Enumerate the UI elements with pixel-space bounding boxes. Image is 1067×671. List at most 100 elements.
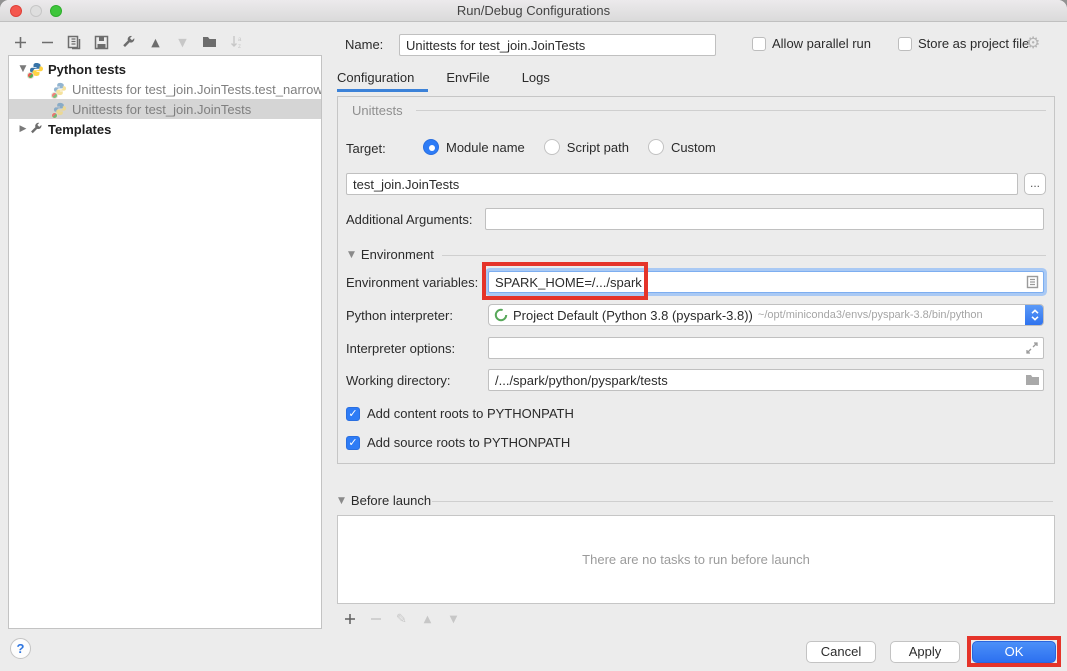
run-debug-configurations-dialog: Run/Debug Configurations ▲ ▼ az ▼ Python (0, 0, 1067, 671)
tree-item-python-tests[interactable]: ▼ Python tests (9, 59, 321, 79)
interpreter-options-input[interactable] (488, 337, 1044, 359)
tab-configuration[interactable]: Configuration (337, 70, 414, 91)
tab-envfile[interactable]: EnvFile (446, 70, 489, 91)
edit-icon[interactable]: ✎ (393, 611, 410, 628)
window-title: Run/Debug Configurations (0, 3, 1067, 18)
test-run-badge (27, 72, 34, 79)
checkbox-checked-icon[interactable]: ✓ (346, 436, 360, 450)
test-run-badge (51, 92, 58, 99)
before-launch-empty-message: There are no tasks to run before launch (582, 552, 810, 567)
configurations-toolbar: ▲ ▼ az (12, 32, 245, 52)
add-icon[interactable] (12, 34, 29, 51)
collapse-triangle-icon[interactable]: ▼ (348, 250, 355, 260)
add-source-roots-label: Add source roots to PYTHONPATH (367, 435, 570, 450)
python-test-config-icon (53, 102, 68, 117)
expand-field-icon[interactable] (1024, 340, 1040, 356)
python-tests-icon (29, 62, 44, 77)
checkbox-checked-icon[interactable]: ✓ (346, 407, 360, 421)
expander-right-icon[interactable]: ▶ (17, 124, 29, 134)
edit-templates-icon[interactable] (120, 34, 137, 51)
store-as-project-file-checkbox[interactable]: Store as project file (898, 36, 1029, 51)
python-test-config-icon (53, 82, 68, 97)
working-directory-label: Working directory: (346, 373, 451, 388)
interpreter-options-label: Interpreter options: (346, 341, 455, 356)
move-down-icon[interactable]: ▼ (174, 34, 191, 51)
browse-button[interactable]: ... (1024, 173, 1046, 195)
before-launch-label: Before launch (351, 493, 431, 508)
add-content-roots-label: Add content roots to PYTHONPATH (367, 406, 574, 421)
tree-item-templates[interactable]: ▶ Templates (9, 119, 321, 139)
edit-variables-icon[interactable] (1024, 274, 1040, 290)
move-down-icon[interactable]: ▼ (445, 611, 462, 628)
python-interpreter-path: ~/opt/miniconda3/envs/pyspark-3.8/bin/py… (758, 309, 983, 321)
target-options: Module name Script path Custom (423, 135, 716, 159)
tree-item-config-narrow[interactable]: Unittests for test_join.JoinTests.test_n… (9, 79, 321, 99)
before-launch-task-list: There are no tasks to run before launch (337, 515, 1055, 604)
radio-custom[interactable] (648, 139, 664, 155)
help-button[interactable]: ? (10, 638, 31, 659)
python-interpreter-select[interactable]: Project Default (Python 3.8 (pyspark-3.8… (488, 304, 1044, 326)
environment-section-label: Environment (361, 247, 434, 262)
configurations-tree: ▼ Python tests Unittests for test_join.J… (8, 55, 322, 629)
before-launch-section-header[interactable]: ▼ Before launch (338, 493, 431, 508)
svg-text:a: a (238, 37, 242, 43)
new-folder-icon[interactable] (201, 34, 218, 51)
active-tab-underline (337, 89, 428, 92)
svg-text:z: z (238, 44, 241, 49)
working-directory-input[interactable] (488, 369, 1044, 391)
copy-icon[interactable] (66, 34, 83, 51)
remove-icon[interactable] (367, 611, 384, 628)
test-run-badge (51, 112, 58, 119)
tree-item-label: Python tests (48, 62, 126, 77)
group-divider (432, 501, 1053, 502)
store-as-project-file-label: Store as project file (918, 36, 1029, 51)
tree-item-config-jointests[interactable]: Unittests for test_join.JoinTests (9, 99, 321, 119)
combo-stepper-icon[interactable] (1025, 304, 1044, 326)
sort-icon[interactable]: az (228, 34, 245, 51)
tab-logs[interactable]: Logs (522, 70, 550, 91)
apply-button[interactable]: Apply (890, 641, 960, 663)
checkbox-unchecked-icon[interactable] (752, 37, 766, 51)
configuration-panel: Unittests Target: Module name Script pat… (337, 96, 1055, 464)
cancel-button[interactable]: Cancel (806, 641, 876, 663)
radio-script-path[interactable] (544, 139, 560, 155)
checkbox-unchecked-icon[interactable] (898, 37, 912, 51)
additional-arguments-label: Additional Arguments: (346, 212, 472, 227)
allow-parallel-run-label: Allow parallel run (772, 36, 871, 51)
before-launch-toolbar: ✎ ▲ ▼ (341, 610, 462, 628)
gear-icon[interactable]: ⚙ (1026, 33, 1040, 52)
folder-icon[interactable] (1024, 372, 1040, 388)
additional-arguments-input[interactable] (485, 208, 1044, 230)
tree-item-label: Templates (48, 122, 111, 137)
remove-icon[interactable] (39, 34, 56, 51)
collapse-triangle-icon[interactable]: ▼ (338, 496, 345, 506)
group-divider (442, 255, 1046, 256)
radio-script-path-label[interactable]: Script path (567, 140, 629, 155)
move-up-icon[interactable]: ▲ (419, 611, 436, 628)
name-label: Name: (345, 37, 383, 52)
environment-variables-label: Environment variables: (346, 275, 478, 290)
environment-variables-input[interactable] (488, 271, 1044, 293)
allow-parallel-run-checkbox[interactable]: Allow parallel run (752, 36, 871, 51)
save-icon[interactable] (93, 34, 110, 51)
tree-item-label: Unittests for test_join.JoinTests (72, 102, 251, 117)
target-label: Target: (346, 141, 386, 156)
radio-module-name-label[interactable]: Module name (446, 140, 525, 155)
environment-section-header[interactable]: ▼ Environment (348, 247, 434, 262)
group-divider (416, 110, 1046, 111)
tree-item-label: Unittests for test_join.JoinTests.test_n… (72, 82, 321, 97)
move-up-icon[interactable]: ▲ (147, 34, 164, 51)
radio-custom-label[interactable]: Custom (671, 140, 716, 155)
ok-button[interactable]: OK (972, 641, 1056, 663)
add-source-roots-checkbox[interactable]: ✓ Add source roots to PYTHONPATH (346, 435, 570, 450)
conda-environment-icon (494, 308, 508, 322)
name-input[interactable] (399, 34, 716, 56)
add-content-roots-checkbox[interactable]: ✓ Add content roots to PYTHONPATH (346, 406, 574, 421)
add-icon[interactable] (341, 611, 358, 628)
templates-wrench-icon (29, 122, 44, 137)
titlebar: Run/Debug Configurations (0, 0, 1067, 22)
target-input[interactable] (346, 173, 1018, 195)
radio-module-name[interactable] (423, 139, 439, 155)
config-tabs: Configuration EnvFile Logs (337, 70, 550, 91)
unittests-group-label: Unittests (352, 103, 403, 118)
